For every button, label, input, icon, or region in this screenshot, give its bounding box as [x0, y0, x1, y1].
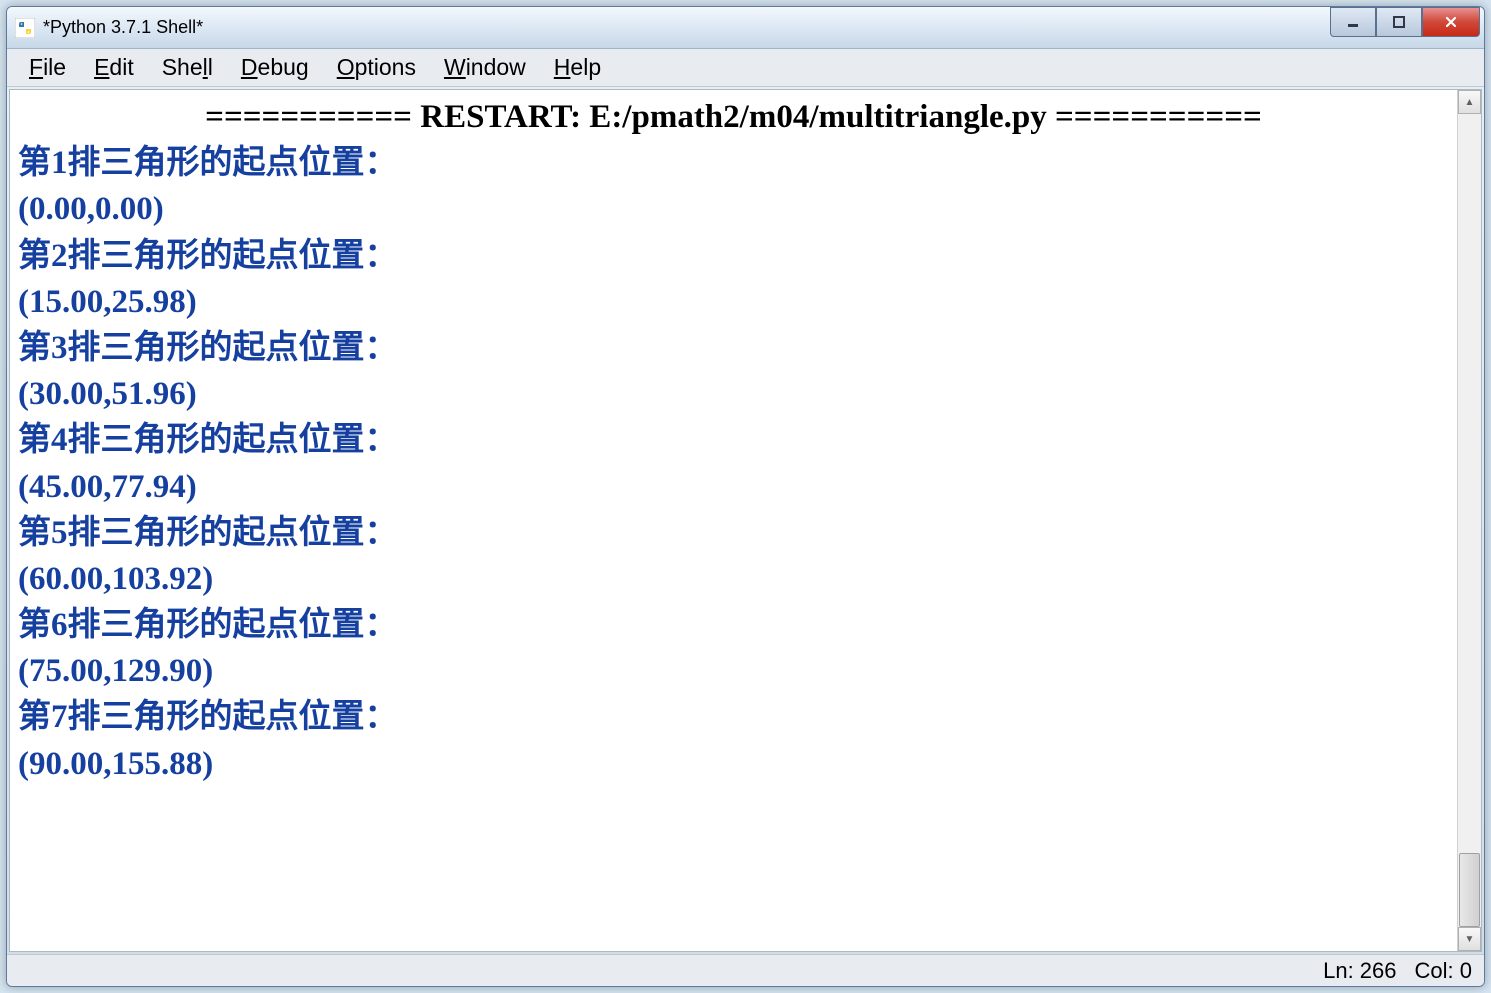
output-line: 第5排三角形的起点位置：	[18, 510, 1449, 556]
content-area: =========== RESTART: E:/pmath2/m04/multi…	[9, 89, 1482, 952]
scroll-thumb[interactable]	[1459, 853, 1480, 927]
menu-options[interactable]: Options	[323, 50, 430, 85]
menu-window[interactable]: Window	[430, 50, 540, 85]
restart-banner: =========== RESTART: E:/pmath2/m04/multi…	[18, 94, 1449, 140]
maximize-button[interactable]	[1376, 7, 1422, 37]
scroll-track[interactable]	[1458, 114, 1481, 927]
output-line: 第4排三角形的起点位置：	[18, 417, 1449, 463]
status-line: Ln: 266	[1323, 958, 1396, 984]
minimize-icon	[1346, 15, 1360, 29]
output-line: (75.00,129.90)	[18, 648, 1449, 694]
output-line: (30.00,51.96)	[18, 371, 1449, 417]
output-line: 第7排三角形的起点位置：	[18, 694, 1449, 740]
status-col: Col: 0	[1415, 958, 1472, 984]
output-line: (0.00,0.00)	[18, 186, 1449, 232]
restart-prefix: ===========	[205, 99, 412, 135]
minimize-button[interactable]	[1330, 7, 1376, 37]
output-line: (60.00,103.92)	[18, 556, 1449, 602]
output-line: (15.00,25.98)	[18, 279, 1449, 325]
menubar: File Edit Shell Debug Options Window Hel…	[7, 49, 1484, 87]
shell-output[interactable]: =========== RESTART: E:/pmath2/m04/multi…	[10, 90, 1457, 951]
restart-text: RESTART: E:/pmath2/m04/multitriangle.py	[412, 99, 1055, 135]
chevron-up-icon: ▲	[1465, 97, 1475, 108]
close-button[interactable]	[1422, 7, 1480, 37]
menu-help[interactable]: Help	[540, 50, 615, 85]
output-line: (90.00,155.88)	[18, 741, 1449, 787]
window-title: *Python 3.7.1 Shell*	[43, 17, 1330, 38]
scroll-down-button[interactable]: ▼	[1458, 927, 1481, 951]
output-line: (45.00,77.94)	[18, 464, 1449, 510]
restart-suffix: ===========	[1055, 99, 1262, 135]
scroll-up-button[interactable]: ▲	[1458, 90, 1481, 114]
titlebar[interactable]: *Python 3.7.1 Shell*	[7, 7, 1484, 49]
python-shell-window: *Python 3.7.1 Shell* File Edit Shell Deb…	[6, 6, 1485, 987]
output-line: 第6排三角形的起点位置：	[18, 602, 1449, 648]
statusbar: Ln: 266 Col: 0	[7, 954, 1484, 986]
vertical-scrollbar[interactable]: ▲ ▼	[1457, 90, 1481, 951]
menu-file[interactable]: File	[15, 50, 80, 85]
maximize-icon	[1392, 15, 1406, 29]
chevron-down-icon: ▼	[1465, 934, 1475, 945]
menu-edit[interactable]: Edit	[80, 50, 148, 85]
output-line: 第2排三角形的起点位置：	[18, 233, 1449, 279]
menu-debug[interactable]: Debug	[227, 50, 323, 85]
close-icon	[1444, 15, 1458, 29]
output-line: 第3排三角形的起点位置：	[18, 325, 1449, 371]
idle-app-icon	[15, 18, 35, 38]
window-controls	[1330, 7, 1480, 37]
output-line: 第1排三角形的起点位置：	[18, 140, 1449, 186]
menu-shell[interactable]: Shell	[148, 50, 227, 85]
